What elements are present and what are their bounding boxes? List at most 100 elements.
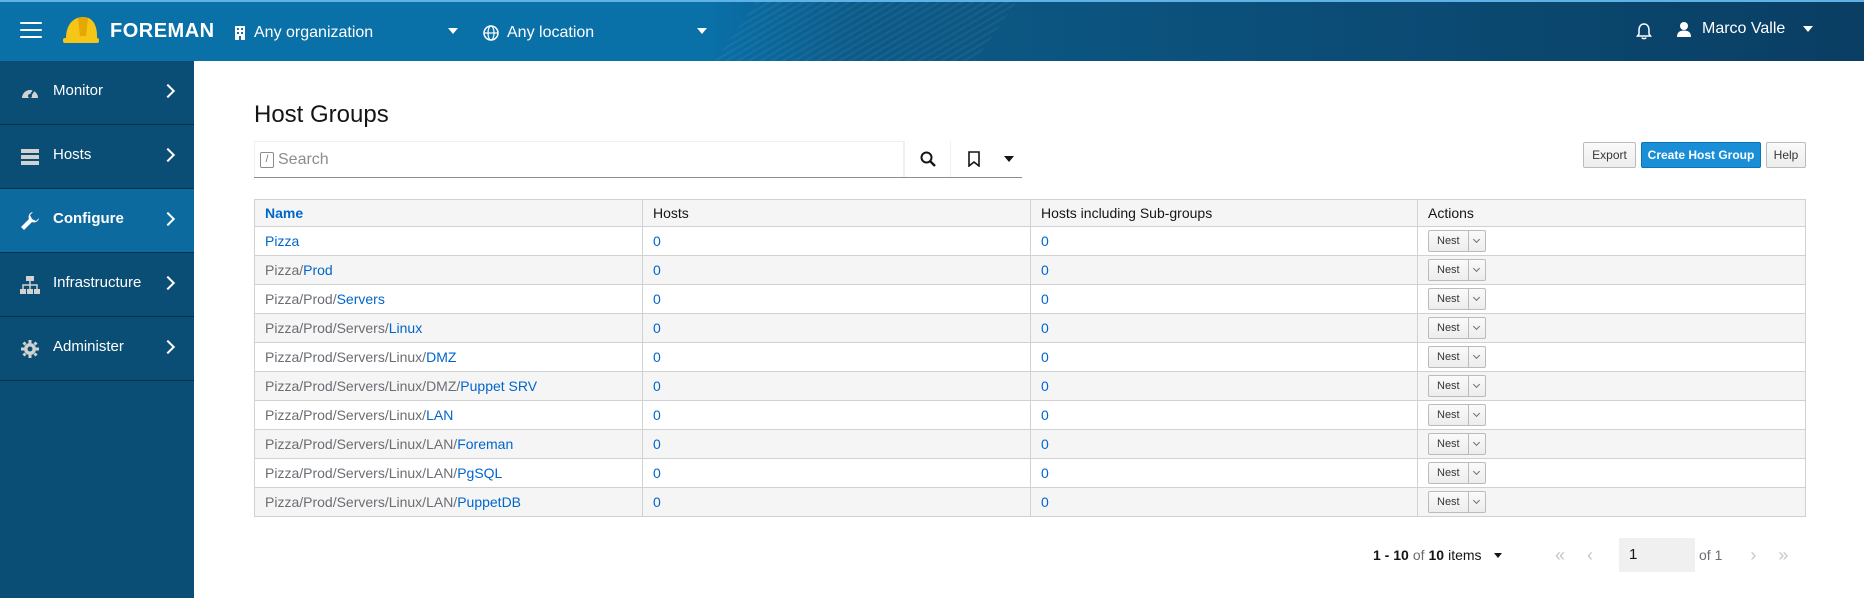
bookmark-dropdown-button[interactable] [996, 141, 1022, 177]
page-number-input[interactable] [1619, 538, 1696, 572]
help-button[interactable]: Help [1766, 142, 1806, 168]
export-button[interactable]: Export [1583, 142, 1636, 168]
gear-icon [21, 340, 39, 358]
last-page-icon[interactable]: » [1778, 545, 1788, 566]
table-row: Pizza/Prod/Servers/Linux 0 0 Nest [254, 313, 1806, 343]
wrench-icon [21, 212, 39, 230]
sub-groups-count-link[interactable]: 0 [1041, 465, 1049, 481]
search-button[interactable] [904, 141, 950, 177]
actions-dropdown-toggle[interactable] [1469, 318, 1485, 338]
sub-groups-count-link[interactable]: 0 [1041, 349, 1049, 365]
nest-button[interactable]: Nest [1429, 231, 1469, 251]
actions-dropdown-toggle[interactable] [1469, 347, 1485, 367]
nest-button[interactable]: Nest [1429, 405, 1469, 425]
next-page-icon[interactable]: › [1750, 545, 1756, 566]
hosts-count-link[interactable]: 0 [653, 320, 661, 336]
chevron-down-icon [1473, 264, 1481, 273]
user-menu[interactable]: Marco Valle [1676, 20, 1814, 38]
chevron-down-icon [1493, 552, 1502, 558]
hosts-count-link[interactable]: 0 [653, 494, 661, 510]
first-page-icon[interactable]: « [1555, 545, 1565, 566]
actions-dropdown-toggle[interactable] [1469, 492, 1485, 512]
sub-groups-count-link[interactable]: 0 [1041, 378, 1049, 394]
actions-dropdown-toggle[interactable] [1469, 260, 1485, 280]
nest-button[interactable]: Nest [1429, 318, 1469, 338]
nest-button-group: Nest [1428, 230, 1486, 252]
hosts-count-link[interactable]: 0 [653, 233, 661, 249]
sidebar-item-configure[interactable]: Configure [0, 189, 194, 253]
nest-button-group: Nest [1428, 375, 1486, 397]
nest-button[interactable]: Nest [1429, 260, 1469, 280]
actions-dropdown-toggle[interactable] [1469, 289, 1485, 309]
hosts-count-link[interactable]: 0 [653, 407, 661, 423]
top-navbar: FOREMAN Any organization Any location Ma… [0, 0, 1864, 61]
actions-dropdown-toggle[interactable] [1469, 434, 1485, 454]
organization-selector[interactable]: Any organization [234, 20, 458, 46]
group-name-link[interactable]: Servers [337, 291, 385, 307]
nest-button[interactable]: Nest [1429, 463, 1469, 483]
hosts-count-link[interactable]: 0 [653, 436, 661, 452]
create-host-group-button[interactable]: Create Host Group [1641, 142, 1761, 168]
actions-dropdown-toggle[interactable] [1469, 231, 1485, 251]
chevron-down-icon [1803, 26, 1814, 32]
actions-dropdown-toggle[interactable] [1469, 405, 1485, 425]
nest-button[interactable]: Nest [1429, 376, 1469, 396]
sub-groups-count-link[interactable]: 0 [1041, 494, 1049, 510]
hosts-count-link[interactable]: 0 [653, 291, 661, 307]
sub-groups-count-link[interactable]: 0 [1041, 291, 1049, 307]
hamburger-menu-icon[interactable] [20, 22, 42, 40]
cell-hosts: 0 [642, 284, 1031, 314]
hosts-count-link[interactable]: 0 [653, 378, 661, 394]
group-name-link[interactable]: PuppetDB [457, 494, 521, 510]
pagination-total: 10 [1428, 547, 1445, 563]
sub-groups-count-link[interactable]: 0 [1041, 436, 1049, 452]
table-row: Pizza/Prod/Servers/Linux/DMZ/Puppet SRV 0… [254, 371, 1806, 401]
group-name-link[interactable]: Pizza [265, 233, 299, 249]
sidebar-item-monitor[interactable]: Monitor [0, 61, 194, 125]
pagination-summary[interactable]: 1 - 10 of 10 items [1373, 538, 1502, 572]
group-name-link[interactable]: Prod [303, 262, 333, 278]
location-selector[interactable]: Any location [483, 20, 707, 46]
group-name-link[interactable]: LAN [426, 407, 453, 423]
cell-actions: Nest [1417, 284, 1806, 314]
sidebar-item-administer[interactable]: Administer [0, 317, 194, 381]
search-input[interactable] [278, 150, 878, 169]
sidebar-item-hosts[interactable]: Hosts [0, 125, 194, 189]
bookmark-button[interactable] [950, 141, 996, 177]
chevron-down-icon [1004, 156, 1014, 162]
nest-button[interactable]: Nest [1429, 347, 1469, 367]
sub-groups-count-link[interactable]: 0 [1041, 262, 1049, 278]
sub-groups-count-link[interactable]: 0 [1041, 320, 1049, 336]
group-name-link[interactable]: Puppet SRV [460, 378, 537, 394]
chevron-down-icon [1473, 438, 1481, 447]
group-name-link[interactable]: DMZ [426, 349, 456, 365]
group-path-prefix: Pizza/Prod/Servers/Linux/ [265, 407, 427, 423]
sub-groups-count-link[interactable]: 0 [1041, 407, 1049, 423]
column-header-name[interactable]: Name [254, 199, 643, 227]
actions-dropdown-toggle[interactable] [1469, 376, 1485, 396]
sub-groups-count-link[interactable]: 0 [1041, 233, 1049, 249]
chevron-down-icon [1473, 409, 1481, 418]
nest-button-group: Nest [1428, 259, 1486, 281]
nest-button[interactable]: Nest [1429, 492, 1469, 512]
hosts-count-link[interactable]: 0 [653, 465, 661, 481]
hosts-count-link[interactable]: 0 [653, 349, 661, 365]
previous-page-icon[interactable]: ‹ [1587, 545, 1593, 566]
pagination-nav: « ‹ of 1 › » [1555, 538, 1788, 572]
notifications-bell-icon[interactable] [1636, 22, 1652, 45]
brand-name[interactable]: FOREMAN [110, 20, 215, 43]
group-name-link[interactable]: Linux [389, 320, 422, 336]
nest-button[interactable]: Nest [1429, 434, 1469, 454]
cell-name: Pizza/Prod/Servers/Linux/DMZ/Puppet SRV [254, 371, 643, 401]
actions-dropdown-toggle[interactable] [1469, 463, 1485, 483]
hosts-count-link[interactable]: 0 [653, 262, 661, 278]
cell-name: Pizza/Prod/Servers/Linux/LAN/Foreman [254, 429, 643, 459]
table-header-row: Name Hosts Hosts including Sub-groups Ac… [254, 199, 1806, 227]
chevron-right-icon [160, 339, 176, 355]
cell-actions: Nest [1417, 342, 1806, 372]
group-name-link[interactable]: PgSQL [457, 465, 502, 481]
group-name-link[interactable]: Foreman [457, 436, 513, 452]
sidebar-item-infrastructure[interactable]: Infrastructure [0, 253, 194, 317]
location-label: Any location [507, 24, 595, 41]
nest-button[interactable]: Nest [1429, 289, 1469, 309]
